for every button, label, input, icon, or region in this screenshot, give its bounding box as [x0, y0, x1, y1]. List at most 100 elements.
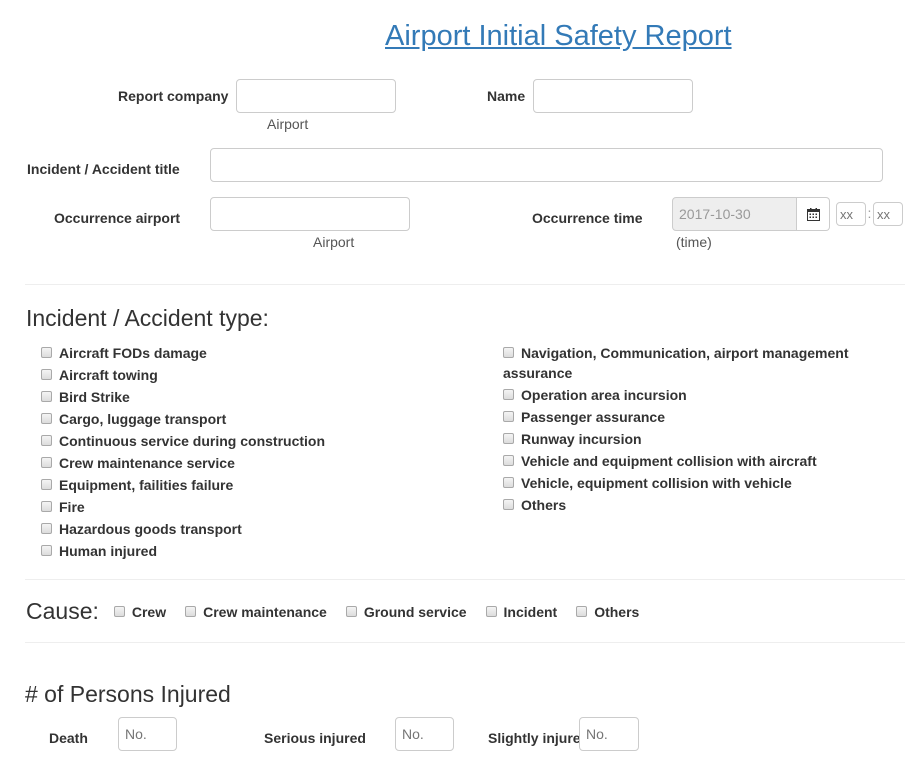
checkbox[interactable] — [503, 411, 514, 422]
checkbox[interactable] — [503, 455, 514, 466]
time-separator: : — [867, 205, 872, 221]
incident-type-right-column: Navigation, Communication, airport manag… — [503, 343, 863, 515]
incident-type-option[interactable]: Cargo, luggage transport — [41, 409, 481, 429]
incident-title-label: Incident / Accident title — [27, 161, 180, 177]
calendar-button[interactable] — [797, 197, 830, 231]
checkbox[interactable] — [41, 347, 52, 358]
incident-type-option[interactable]: Runway incursion — [503, 429, 863, 449]
option-label: Runway incursion — [521, 431, 642, 447]
name-label: Name — [487, 88, 526, 104]
incident-type-option[interactable]: Vehicle and equipment collision with air… — [503, 451, 863, 471]
incident-type-option[interactable]: Hazardous goods transport — [41, 519, 481, 539]
checkbox[interactable] — [503, 477, 514, 488]
page-title[interactable]: Airport Initial Safety Report — [385, 20, 732, 53]
calendar-icon — [806, 207, 820, 221]
minute-input[interactable] — [873, 202, 903, 226]
option-label: Crew — [131, 603, 167, 620]
option-label: Navigation, Communication, airport manag… — [503, 345, 849, 381]
incident-type-left-column: Aircraft FODs damage Aircraft towing Bir… — [41, 343, 481, 561]
report-company-help: Airport — [267, 116, 309, 132]
occurrence-airport-help: Airport — [313, 234, 355, 250]
checkbox[interactable] — [185, 606, 197, 617]
incident-type-option[interactable]: Aircraft FODs damage — [41, 343, 481, 363]
cause-row: Cause: Crew Crew maintenance Ground serv… — [26, 598, 658, 625]
option-label: Fire — [59, 499, 85, 515]
name-input[interactable] — [533, 79, 693, 113]
divider — [25, 642, 905, 643]
incident-title-input[interactable] — [210, 148, 883, 182]
checkbox[interactable] — [345, 606, 357, 617]
incident-type-option[interactable]: Others — [503, 495, 863, 515]
option-label: Crew maintenance — [203, 603, 327, 620]
option-label: Aircraft FODs damage — [59, 345, 207, 361]
option-label: Crew maintenance service — [59, 455, 235, 471]
slightly-injured-label: Slightly injure — [488, 730, 581, 746]
incident-type-option[interactable]: Passenger assurance — [503, 407, 863, 427]
occurrence-airport-label: Occurrence airport — [54, 210, 181, 226]
cause-heading: Cause: — [26, 598, 99, 624]
cause-option[interactable]: Crew maintenance — [185, 604, 327, 620]
cause-option[interactable]: Ground service — [345, 603, 467, 620]
death-count-input[interactable] — [118, 717, 177, 751]
occurrence-date-input[interactable]: 2017-10-30 — [672, 197, 797, 231]
option-label: Aircraft towing — [59, 367, 158, 383]
checkbox[interactable] — [576, 606, 588, 617]
incident-type-option[interactable]: Crew maintenance service — [41, 453, 481, 473]
incident-type-option[interactable]: Fire — [41, 497, 481, 517]
checkbox[interactable] — [41, 501, 52, 512]
divider — [25, 579, 905, 580]
divider — [25, 284, 905, 285]
option-label: Vehicle, equipment collision with vehicl… — [521, 475, 792, 491]
hour-input[interactable] — [836, 202, 866, 226]
option-label: Others — [594, 603, 640, 620]
checkbox[interactable] — [503, 433, 514, 444]
persons-injured-heading: # of Persons Injured — [25, 681, 231, 707]
incident-type-option[interactable]: Aircraft towing — [41, 365, 481, 385]
option-label: Bird Strike — [59, 389, 130, 405]
cause-option[interactable]: Incident — [485, 603, 558, 620]
option-label: Human injured — [59, 543, 158, 559]
option-label: Ground service — [363, 603, 467, 620]
checkbox[interactable] — [503, 389, 514, 400]
incident-type-heading: Incident / Accident type: — [26, 305, 269, 331]
incident-type-option[interactable]: Bird Strike — [41, 387, 481, 407]
checkbox[interactable] — [41, 391, 52, 402]
checkbox[interactable] — [41, 413, 52, 424]
cause-option[interactable]: Crew — [113, 603, 167, 620]
occurrence-time-help: (time) — [676, 234, 712, 250]
death-label: Death — [49, 730, 88, 746]
option-label: Vehicle and equipment collision with air… — [521, 453, 817, 469]
option-label: Hazardous goods transport — [59, 521, 242, 537]
checkbox[interactable] — [41, 545, 52, 556]
checkbox[interactable] — [113, 606, 125, 617]
option-label: Incident — [503, 603, 558, 620]
incident-type-option[interactable]: Navigation, Communication, airport manag… — [503, 343, 863, 383]
incident-type-option[interactable]: Vehicle, equipment collision with vehicl… — [503, 473, 863, 493]
checkbox[interactable] — [41, 435, 52, 446]
option-label: Passenger assurance — [521, 409, 665, 425]
incident-type-option[interactable]: Continuous service during construction — [41, 431, 481, 451]
incident-type-option[interactable]: Operation area incursion — [503, 385, 863, 405]
option-label: Equipment, failities failure — [59, 477, 234, 493]
serious-injured-count-input[interactable] — [395, 717, 454, 751]
checkbox[interactable] — [41, 457, 52, 468]
option-label: Operation area incursion — [521, 387, 687, 403]
checkbox[interactable] — [503, 499, 514, 510]
slightly-injured-count-input[interactable] — [579, 717, 639, 751]
option-label: Cargo, luggage transport — [59, 411, 227, 427]
incident-type-option[interactable]: Human injured — [41, 541, 481, 561]
occurrence-airport-input[interactable] — [210, 197, 410, 231]
checkbox[interactable] — [41, 523, 52, 534]
checkbox[interactable] — [503, 347, 514, 358]
report-company-label: Report company — [118, 88, 229, 104]
checkbox[interactable] — [41, 479, 52, 490]
cause-option[interactable]: Others — [576, 604, 639, 620]
occurrence-date-value: 2017-10-30 — [679, 206, 751, 222]
incident-type-option[interactable]: Equipment, failities failure — [41, 475, 481, 495]
checkbox[interactable] — [41, 369, 52, 380]
checkbox[interactable] — [485, 606, 497, 617]
report-company-input[interactable] — [236, 79, 396, 113]
option-label: Continuous service during construction — [59, 433, 326, 449]
option-label: Others — [521, 497, 567, 513]
serious-injured-label: Serious injured — [264, 730, 366, 746]
